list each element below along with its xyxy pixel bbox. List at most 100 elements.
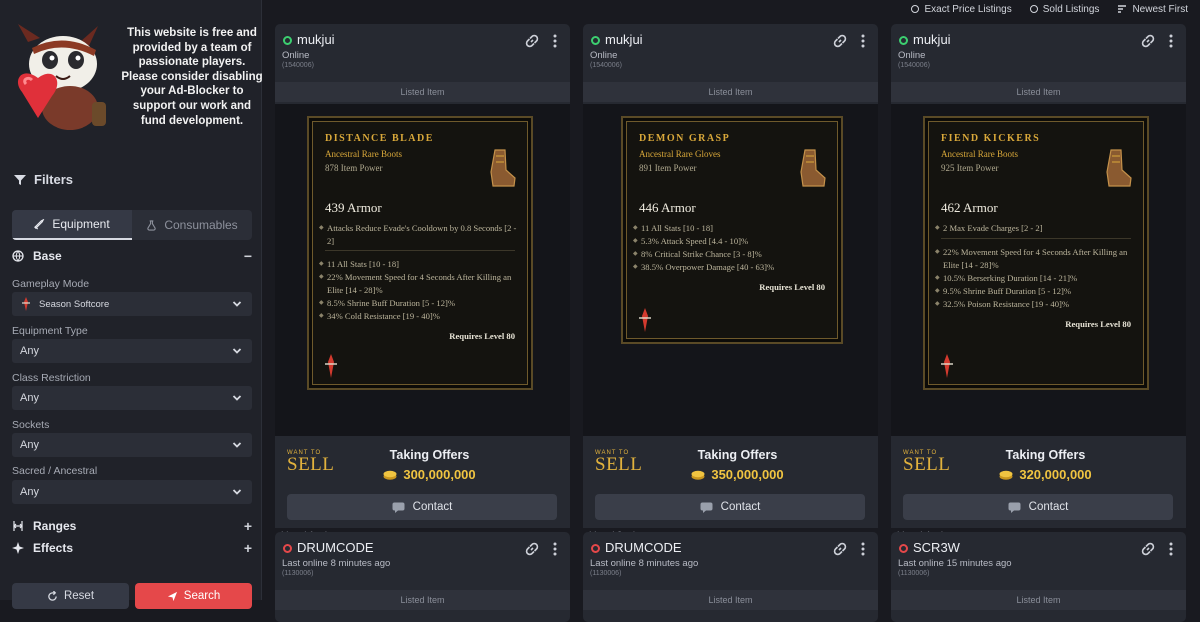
- listing-card: mukjui Online (1540006) Listed Item DISTANCE…: [275, 24, 570, 548]
- seller-status: Last online 8 minutes ago: [282, 558, 391, 569]
- item-requirement: Requires Level 80: [1065, 319, 1131, 329]
- link-icon[interactable]: [1140, 541, 1156, 557]
- seller-status: Online: [590, 50, 618, 61]
- sacred-ancestral-select[interactable]: Any: [12, 480, 252, 504]
- item-type: Ancestral Rare Boots: [325, 149, 402, 159]
- offline-status-icon: [899, 544, 908, 553]
- seller-header: mukjui Online (1540006): [275, 24, 570, 80]
- exact-price-option[interactable]: Exact Price Listings: [911, 4, 1012, 15]
- contact-button[interactable]: Contact: [903, 494, 1173, 520]
- seller-name[interactable]: SCR3W: [913, 540, 960, 555]
- more-options-icon[interactable]: [860, 33, 866, 49]
- item-preview[interactable]: FIEND KICKERS Ancestral Rare Boots 925 Ite…: [891, 104, 1186, 436]
- filters-title: Filters: [34, 172, 74, 187]
- gameplay-mode-select[interactable]: Season Softcore: [12, 292, 252, 316]
- effects-icon: [12, 542, 24, 554]
- more-options-icon[interactable]: [552, 33, 558, 49]
- offline-status-icon: [591, 544, 600, 553]
- seller-name[interactable]: mukjui: [297, 32, 335, 47]
- online-status-icon: [899, 36, 908, 45]
- more-options-icon[interactable]: [1168, 541, 1174, 557]
- sort-dropdown[interactable]: Newest First: [1117, 4, 1188, 15]
- seller-name[interactable]: DRUMCODE: [605, 540, 682, 555]
- seller-name[interactable]: mukjui: [605, 32, 643, 47]
- item-tooltip: DISTANCE BLADE Ancestral Rare Boots 878 It…: [307, 116, 533, 390]
- contact-label: Contact: [1028, 501, 1069, 513]
- seller-id: (1540006): [898, 62, 930, 69]
- price: 320,000,000: [891, 467, 1186, 482]
- item-preview[interactable]: DISTANCE BLADE Ancestral Rare Boots 878 It…: [275, 104, 570, 436]
- item-power: 925 Item Power: [941, 163, 999, 173]
- item-type: Ancestral Rare Boots: [941, 149, 1018, 159]
- more-options-icon[interactable]: [552, 541, 558, 557]
- filter-icon: [14, 174, 26, 185]
- item-power: 878 Item Power: [325, 163, 383, 173]
- more-options-icon[interactable]: [860, 541, 866, 557]
- item-armor: 462 Armor: [941, 200, 998, 215]
- item-affix: 22% Movement Speed for 4 Seconds After K…: [319, 271, 517, 296]
- item-type: Ancestral Rare Gloves: [639, 149, 721, 159]
- effects-section-toggle[interactable]: Effects +: [12, 538, 252, 558]
- sold-listings-label: Sold Listings: [1042, 3, 1100, 15]
- contact-button[interactable]: Contact: [595, 494, 865, 520]
- seller-header: DRUMCODE Last online 8 minutes ago (113000…: [583, 532, 878, 588]
- chat-icon: [700, 502, 713, 513]
- chevron-down-icon: [232, 442, 242, 448]
- seller-header: SCR3W Last online 15 minutes ago (1130006): [891, 532, 1186, 588]
- item-tooltip: FIEND KICKERS Ancestral Rare Boots 925 Ite…: [923, 116, 1149, 390]
- price: 350,000,000: [583, 467, 878, 482]
- filters-heading: Filters: [14, 172, 73, 187]
- sockets-select[interactable]: Any: [12, 433, 252, 457]
- gloves-icon: [800, 149, 826, 187]
- expand-icon: +: [243, 518, 252, 534]
- offer-section: WANT TO SELL Taking Offers 350,000,000 Conta…: [583, 436, 878, 528]
- implicit-affix: Attacks Reduce Evade's Cooldown by 0.8 S…: [319, 222, 517, 247]
- item-affix: 10.5% Berserking Duration [14 - 21]%: [935, 272, 1133, 285]
- gameplay-mode-label: Gameplay Mode: [12, 278, 90, 290]
- affix-divider: [941, 238, 1131, 239]
- link-icon[interactable]: [832, 541, 848, 557]
- ranges-section-toggle[interactable]: Ranges +: [12, 516, 252, 536]
- equipment-type-select[interactable]: Any: [12, 339, 252, 363]
- listing-card: SCR3W Last online 15 minutes ago (1130006)…: [891, 532, 1186, 622]
- listed-item-label: Listed Item: [275, 590, 570, 610]
- base-section-toggle[interactable]: Base −: [12, 246, 252, 266]
- link-icon[interactable]: [524, 541, 540, 557]
- seller-id: (1130006): [590, 570, 622, 577]
- tab-consumables[interactable]: Consumables: [132, 210, 252, 240]
- effects-section-label: Effects: [33, 541, 74, 555]
- tab-equipment-label: Equipment: [52, 217, 110, 231]
- seller-status: Last online 15 minutes ago: [898, 558, 1012, 569]
- price: 300,000,000: [275, 467, 570, 482]
- link-icon[interactable]: [524, 33, 540, 49]
- chevron-down-icon: [232, 301, 242, 307]
- gold-coin-icon: [999, 470, 1013, 480]
- listed-item-label: Listed Item: [583, 82, 878, 102]
- offer-type: Taking Offers: [1005, 448, 1086, 462]
- chevron-down-icon: [232, 395, 242, 401]
- item-requirement: Requires Level 80: [449, 331, 515, 341]
- seller-name[interactable]: DRUMCODE: [297, 540, 374, 555]
- class-restriction-select[interactable]: Any: [12, 386, 252, 410]
- price-value: 320,000,000: [1019, 467, 1092, 482]
- listed-item-label: Listed Item: [583, 590, 878, 610]
- item-preview[interactable]: DEMON GRASP Ancestral Rare Gloves 891 Item…: [583, 104, 878, 436]
- link-icon[interactable]: [832, 33, 848, 49]
- sold-listings-option[interactable]: Sold Listings: [1029, 3, 1100, 15]
- tab-equipment[interactable]: Equipment: [12, 210, 132, 240]
- reset-button[interactable]: Reset: [12, 583, 129, 609]
- search-button[interactable]: Search: [135, 583, 252, 609]
- item-affix: 11 All Stats [10 - 18]: [319, 258, 517, 271]
- item-name: DEMON GRASP: [639, 133, 731, 144]
- offer-type: Taking Offers: [697, 448, 778, 462]
- seller-id: (1130006): [898, 570, 930, 577]
- link-icon[interactable]: [1140, 33, 1156, 49]
- potion-icon: [147, 219, 157, 231]
- seller-name[interactable]: mukjui: [913, 32, 951, 47]
- contact-button[interactable]: Contact: [287, 494, 557, 520]
- item-requirement: Requires Level 80: [759, 282, 825, 292]
- globe-icon: [12, 250, 24, 262]
- item-power: 891 Item Power: [639, 163, 697, 173]
- more-options-icon[interactable]: [1168, 33, 1174, 49]
- ranges-section-label: Ranges: [33, 519, 77, 533]
